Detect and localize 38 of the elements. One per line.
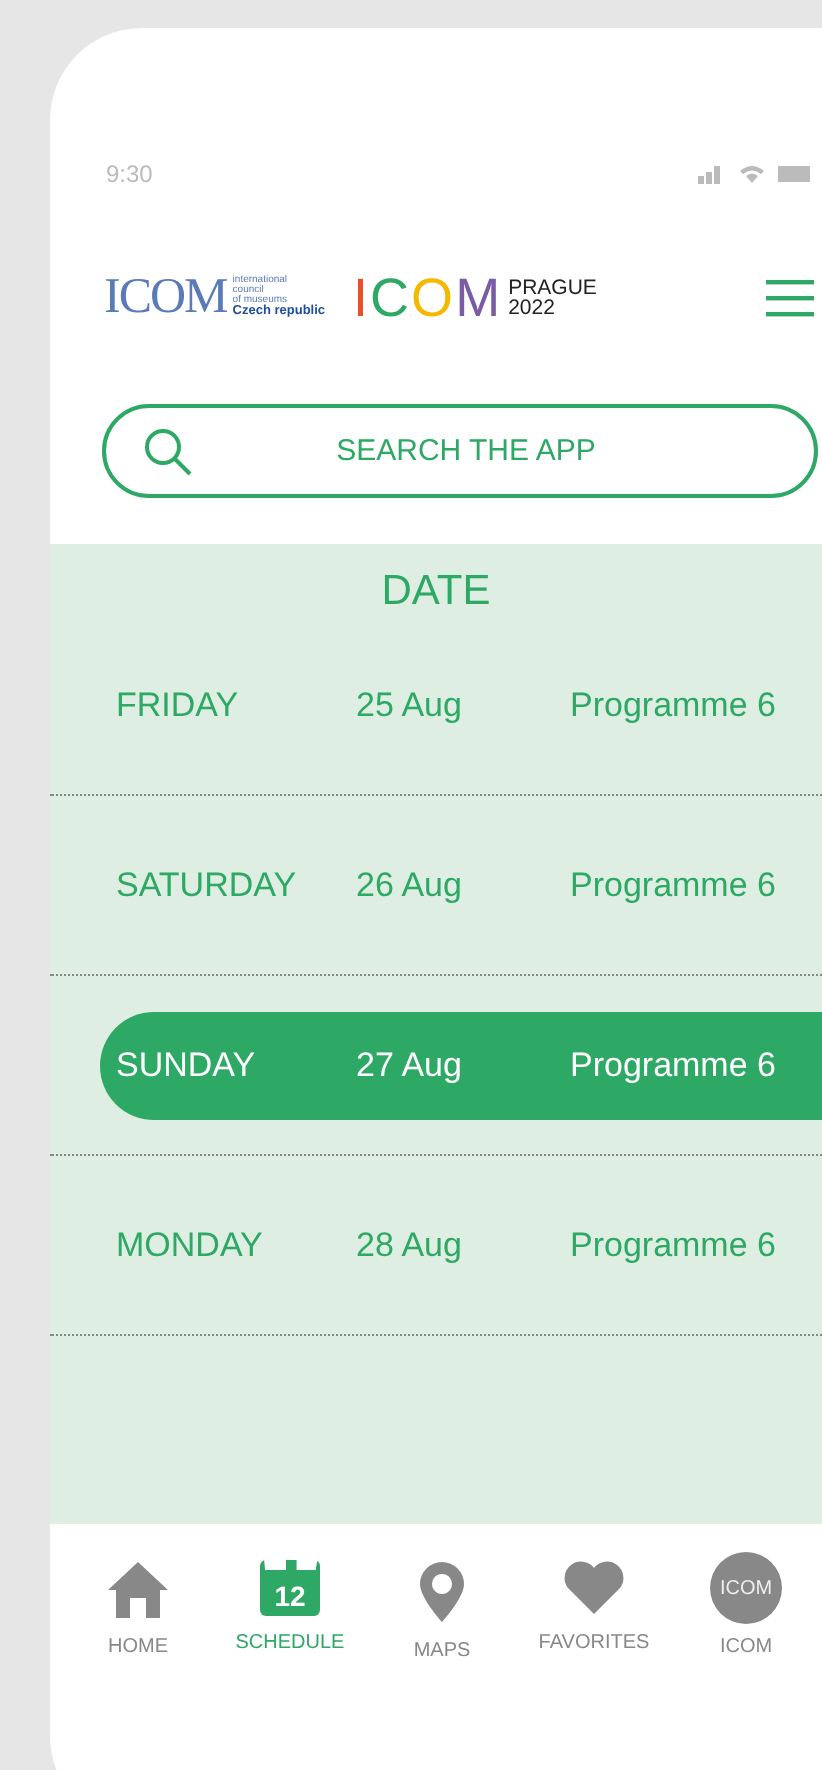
map-pin-icon [418, 1560, 466, 1624]
logo-city: PRAGUE [508, 277, 597, 298]
date-label: 28 Aug [356, 1225, 464, 1265]
programme-label: Programme 6 [570, 1045, 776, 1085]
date-label: 25 Aug [356, 685, 464, 725]
day-label: SATURDAY [116, 865, 299, 905]
search-field[interactable]: SEARCH THE APP [102, 404, 818, 498]
status-time: 9:30 [106, 160, 153, 188]
home-tab[interactable]: HOME [66, 1560, 210, 1662]
home-icon [106, 1560, 170, 1620]
day-row[interactable]: MONDAY 28 Aug Programme 6 [100, 1200, 822, 1290]
menu-button[interactable] [766, 278, 814, 318]
date-label: 27 Aug [356, 1045, 464, 1085]
programme-label: Programme 6 [570, 1225, 776, 1265]
selected-day-row[interactable]: SUNDAY 27 Aug Programme 6 [100, 1011, 822, 1119]
day-label: FRIDAY [116, 685, 241, 725]
programme-label: Programme 6 [570, 865, 776, 905]
day-label: SUNDAY [116, 1045, 258, 1085]
wifi-icon [738, 164, 766, 184]
day-row[interactable]: SATURDAY 26 Aug Programme 6 [100, 840, 822, 930]
logo-wordmark: ICOM [353, 267, 503, 329]
calendar-icon: 12 [260, 1560, 320, 1616]
signal-icon [698, 164, 726, 184]
programme-label: Programme 6 [570, 685, 776, 725]
heart-tab[interactable]: FAVORITES [522, 1560, 666, 1662]
day-row[interactable]: FRIDAY 25 Aug Programme 6 [100, 660, 822, 750]
battery-icon [778, 166, 810, 182]
pin-tab[interactable]: MAPS [370, 1560, 514, 1662]
date-label: 26 Aug [356, 865, 464, 905]
heart-icon [562, 1560, 626, 1616]
calendar-tab[interactable]: 12 SCHEDULE [218, 1560, 362, 1662]
column-heading: DATE [379, 566, 493, 616]
logo-wordmark: ICOM [104, 270, 227, 326]
icom-badge-icon: ICOM [710, 1552, 782, 1624]
day-label: MONDAY [116, 1225, 265, 1265]
logo-year: 2022 [508, 298, 557, 319]
search-icon [142, 425, 194, 477]
search-input[interactable]: SEARCH THE APP [194, 432, 814, 470]
